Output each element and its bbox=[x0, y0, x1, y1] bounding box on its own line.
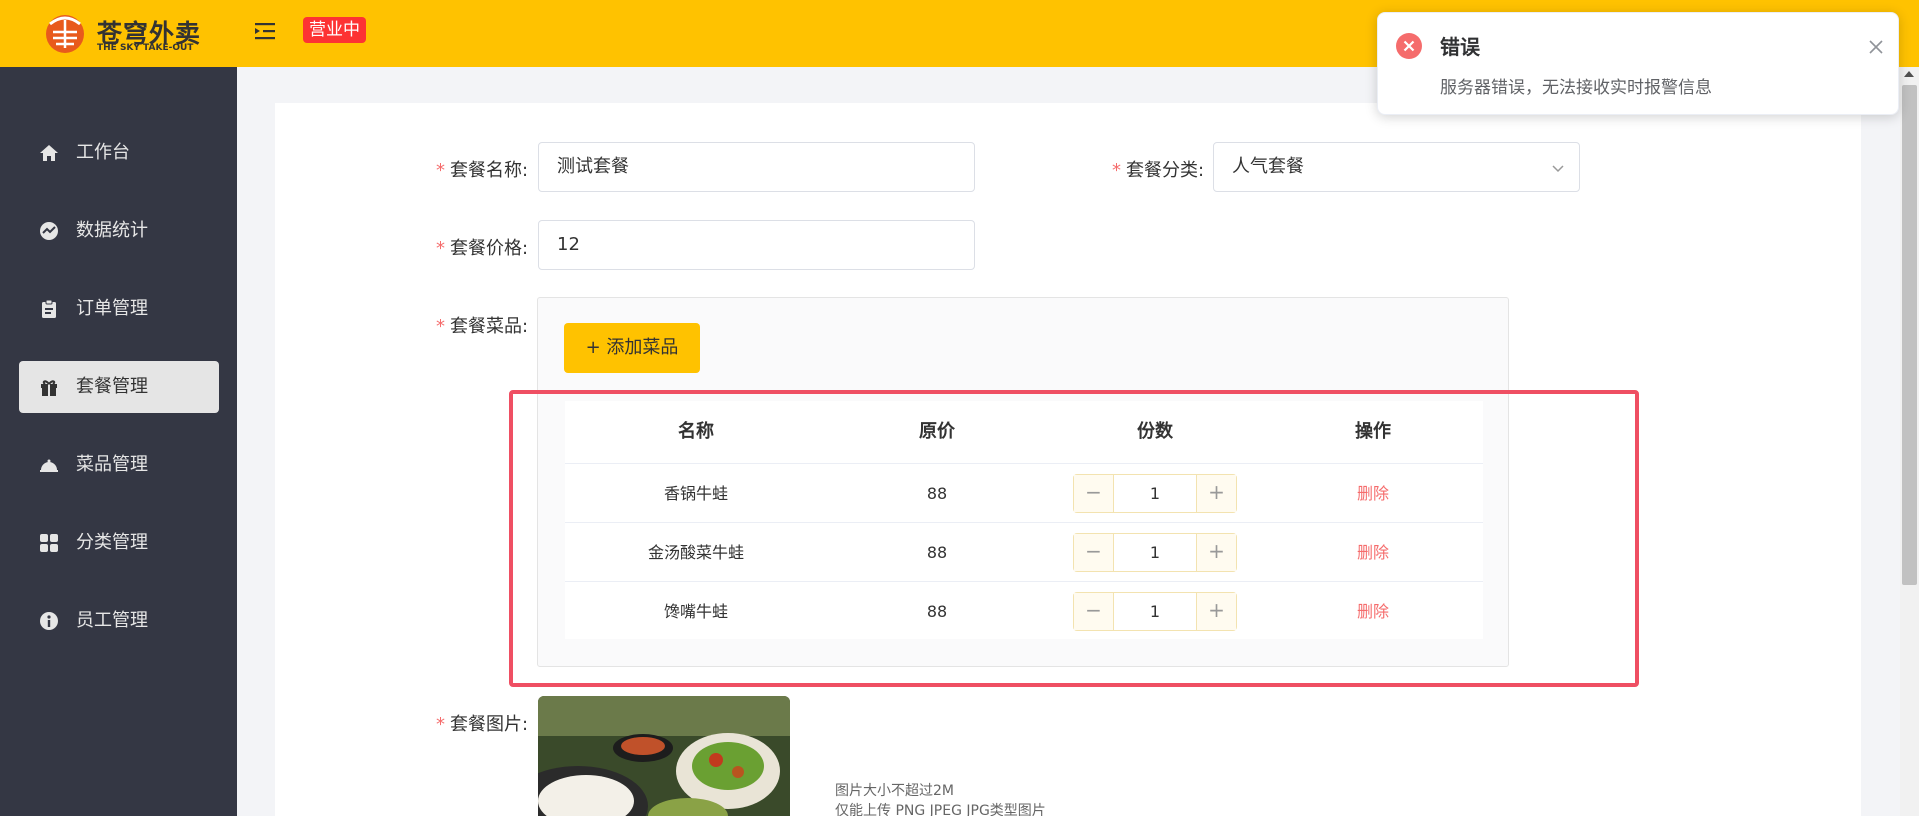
quantity-stepper: − 1 + bbox=[1073, 592, 1237, 631]
dish-price: 88 bbox=[926, 484, 948, 503]
minus-button[interactable]: − bbox=[1074, 593, 1114, 630]
home-icon bbox=[40, 145, 58, 161]
food-photo-icon bbox=[538, 696, 790, 816]
combo-name-label: * 套餐名称: bbox=[436, 160, 529, 181]
sidebar-item-label: 分类管理 bbox=[76, 532, 148, 553]
image-type-hint: 仅能上传 PNG JPEG JPG类型图片 bbox=[835, 803, 1046, 816]
dish-name: 馋嘴牛蛙 bbox=[663, 602, 728, 621]
table-header-qty: 份数 bbox=[1137, 421, 1173, 442]
add-dish-button[interactable]: + 添加菜品 bbox=[564, 323, 700, 373]
combo-dishes-label: * 套餐菜品: bbox=[436, 316, 529, 337]
gift-icon bbox=[41, 380, 57, 396]
table-row: 香锅牛蛙 88 − 1 + 删除 bbox=[565, 463, 1483, 522]
error-circle-icon bbox=[1396, 33, 1422, 59]
combo-image-preview[interactable] bbox=[538, 696, 790, 816]
status-badge: 营业中 bbox=[303, 17, 366, 43]
combo-price-input[interactable]: 12 bbox=[538, 220, 975, 270]
quantity-value[interactable]: 1 bbox=[1115, 475, 1195, 512]
grid-icon bbox=[40, 534, 58, 552]
combo-image-label: * 套餐图片: bbox=[436, 714, 529, 735]
sidebar-item-orders[interactable]: 订单管理 bbox=[19, 283, 219, 335]
delete-button[interactable]: 删除 bbox=[1263, 464, 1483, 523]
employee-icon bbox=[40, 612, 58, 630]
notification-title: 错误 bbox=[1440, 35, 1480, 59]
clipboard-icon bbox=[42, 299, 56, 318]
cloche-icon bbox=[40, 459, 58, 472]
combo-category-select[interactable]: 人气套餐 bbox=[1213, 142, 1580, 192]
sidebar-item-combos[interactable]: 套餐管理 bbox=[19, 361, 219, 413]
table-row: 金汤酸菜牛蛙 88 − 1 + 删除 bbox=[565, 522, 1483, 581]
combo-category-label: * 套餐分类: bbox=[1112, 160, 1205, 181]
sidebar-item-employees[interactable]: 员工管理 bbox=[19, 595, 219, 647]
sidebar-item-statistics[interactable]: 数据统计 bbox=[19, 205, 219, 257]
sidebar-item-label: 菜品管理 bbox=[76, 454, 148, 475]
notification-message: 服务器错误，无法接收实时报警信息 bbox=[1440, 78, 1712, 98]
dish-name: 金汤酸菜牛蛙 bbox=[647, 543, 744, 562]
delete-button[interactable]: 删除 bbox=[1263, 523, 1483, 582]
plus-button[interactable]: + bbox=[1196, 475, 1236, 512]
error-notification: 错误 服务器错误，无法接收实时报警信息 bbox=[1377, 12, 1899, 115]
sidebar: 工作台 数据统计 订单管理 套餐管理 菜品管理 分类管理 员工管理 bbox=[0, 67, 237, 816]
scrollbar-thumb[interactable] bbox=[1902, 85, 1917, 585]
close-icon[interactable] bbox=[1868, 39, 1884, 55]
sidebar-item-label: 员工管理 bbox=[76, 610, 148, 631]
sidebar-item-label: 数据统计 bbox=[76, 220, 148, 241]
quantity-stepper: − 1 + bbox=[1073, 533, 1237, 572]
combo-price-label: * 套餐价格: bbox=[436, 238, 529, 259]
sidebar-item-categories[interactable]: 分类管理 bbox=[19, 517, 219, 569]
chart-icon bbox=[40, 222, 58, 240]
minus-button[interactable]: − bbox=[1074, 475, 1114, 512]
sidebar-item-label: 套餐管理 bbox=[76, 376, 148, 397]
table-header-name: 名称 bbox=[678, 421, 714, 442]
dish-price: 88 bbox=[926, 602, 948, 621]
quantity-stepper: − 1 + bbox=[1073, 474, 1237, 513]
dish-name: 香锅牛蛙 bbox=[663, 484, 728, 503]
scroll-up-arrow-icon[interactable] bbox=[1904, 71, 1914, 77]
combo-category-value: 人气套餐 bbox=[1232, 156, 1304, 177]
menu-fold-icon[interactable] bbox=[254, 20, 276, 42]
delete-button[interactable]: 删除 bbox=[1263, 582, 1483, 641]
combo-name-input[interactable]: 测试套餐 bbox=[538, 142, 975, 192]
logo: 苍穹外卖 THE SKY TAKE-OUT bbox=[42, 10, 202, 54]
minus-button[interactable]: − bbox=[1074, 534, 1114, 571]
sidebar-item-workbench[interactable]: 工作台 bbox=[19, 127, 219, 179]
image-size-hint: 图片大小不超过2M bbox=[835, 783, 954, 799]
sidebar-item-label: 订单管理 bbox=[76, 298, 148, 319]
plus-button[interactable]: + bbox=[1196, 534, 1236, 571]
sidebar-item-label: 工作台 bbox=[76, 142, 130, 163]
quantity-value[interactable]: 1 bbox=[1115, 534, 1195, 571]
dish-price: 88 bbox=[926, 543, 948, 562]
table-header-price: 原价 bbox=[919, 421, 955, 442]
chevron-down-icon bbox=[1552, 165, 1564, 173]
table-header-action: 操作 bbox=[1355, 421, 1391, 442]
sidebar-item-dishes[interactable]: 菜品管理 bbox=[19, 439, 219, 491]
quantity-value[interactable]: 1 bbox=[1115, 593, 1195, 630]
table-row: 馋嘴牛蛙 88 − 1 + 删除 bbox=[565, 581, 1483, 640]
plus-button[interactable]: + bbox=[1196, 593, 1236, 630]
dish-table: 名称 原价 份数 操作 香锅牛蛙 88 − 1 + 删除 金汤酸菜牛蛙 88 −… bbox=[565, 401, 1483, 639]
logo-icon bbox=[46, 15, 84, 53]
logo-subtitle: THE SKY TAKE-OUT bbox=[97, 43, 194, 53]
